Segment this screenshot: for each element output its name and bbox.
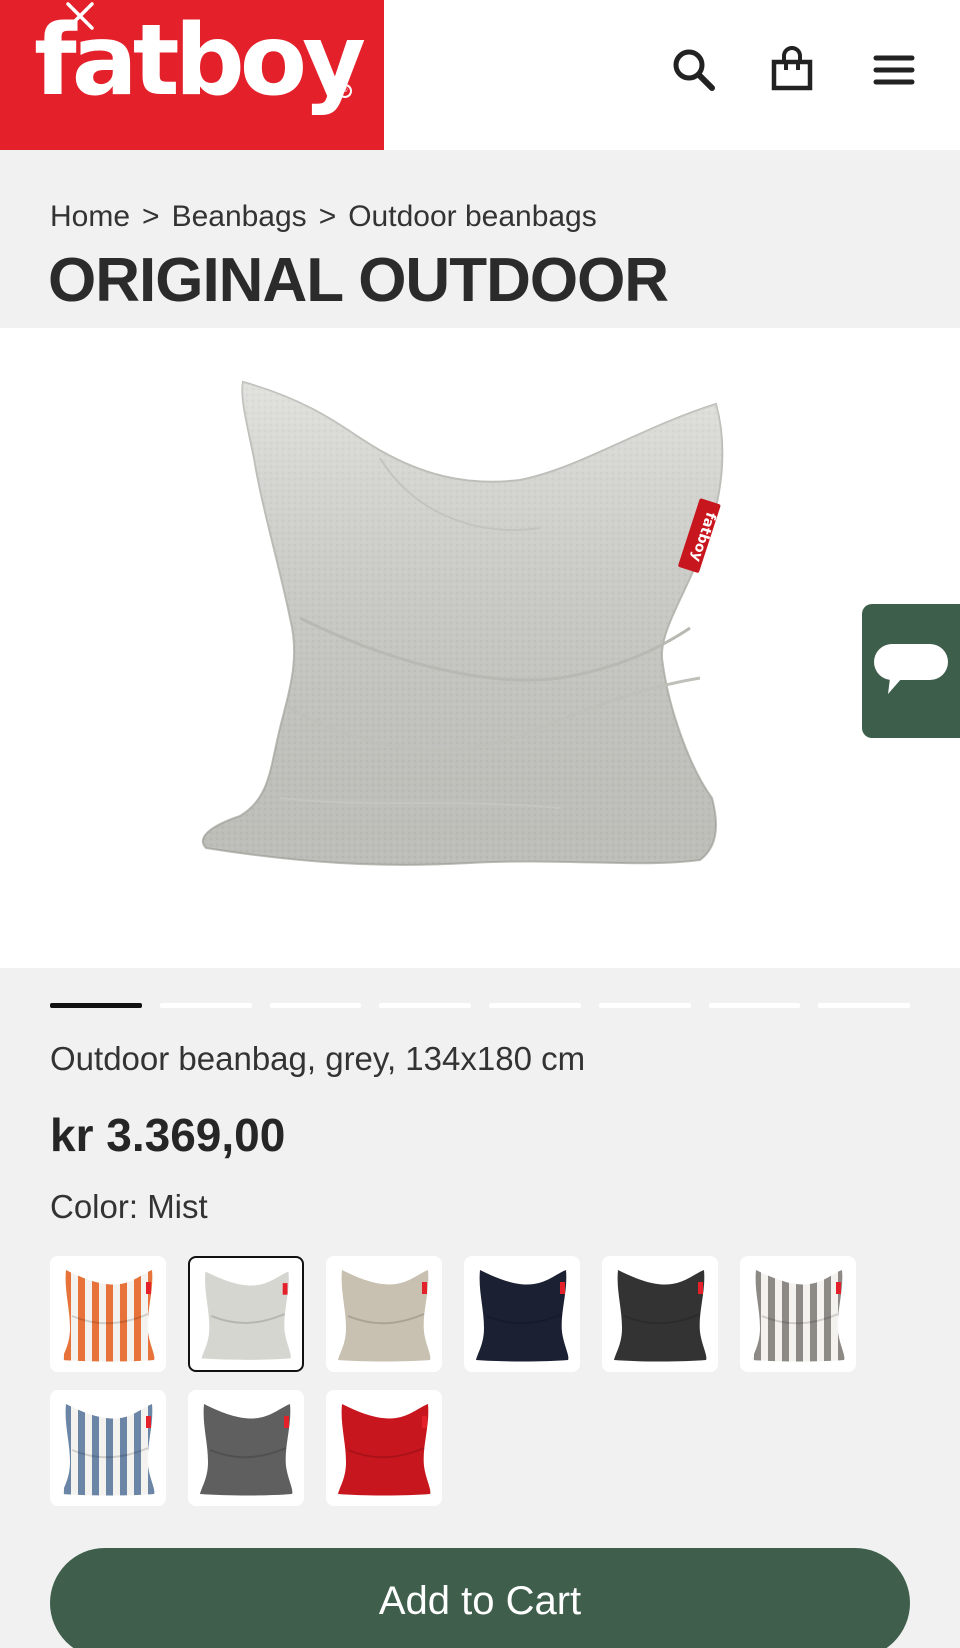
breadcrumb-beanbags[interactable]: Beanbags bbox=[172, 200, 307, 234]
color-swatch-navy[interactable] bbox=[464, 1256, 580, 1372]
product-price: kr 3.369,00 bbox=[50, 1109, 286, 1161]
color-swatch-mist[interactable] bbox=[188, 1256, 304, 1372]
gallery-indicator[interactable] bbox=[50, 1003, 142, 1008]
swatch-thumbnail bbox=[62, 1270, 155, 1362]
swatch-thumbnail bbox=[338, 1404, 431, 1496]
swatch-thumbnail bbox=[476, 1270, 569, 1362]
gallery-indicator[interactable] bbox=[159, 1003, 252, 1008]
gallery-indicators bbox=[50, 1003, 910, 1009]
color-swatch-orange-stripe[interactable] bbox=[50, 1256, 166, 1372]
menu-icon[interactable] bbox=[868, 44, 920, 96]
gallery-indicator[interactable] bbox=[269, 1003, 362, 1008]
color-swatch-red[interactable] bbox=[326, 1390, 442, 1506]
add-to-cart-button[interactable]: Add to Cart bbox=[50, 1548, 910, 1648]
chat-button[interactable] bbox=[862, 604, 960, 738]
breadcrumb-separator: > bbox=[318, 200, 337, 233]
product-gallery[interactable]: fatboy bbox=[0, 328, 960, 968]
gallery-indicator[interactable] bbox=[818, 1003, 910, 1008]
swatch-thumbnail bbox=[614, 1270, 707, 1362]
color-label: Color: Mist bbox=[50, 1188, 208, 1225]
color-swatch-charcoal[interactable] bbox=[602, 1256, 718, 1372]
gallery-indicator[interactable] bbox=[598, 1003, 691, 1008]
breadcrumb-separator: > bbox=[142, 200, 160, 233]
color-swatch-grey-stripe[interactable] bbox=[740, 1256, 856, 1372]
color-swatch-blue-stripe[interactable] bbox=[50, 1390, 166, 1506]
swatch-thumbnail bbox=[338, 1270, 431, 1362]
site-header: fatboy ® bbox=[0, 0, 960, 150]
swatch-thumbnail bbox=[200, 1404, 293, 1496]
chat-bubble-icon bbox=[874, 644, 948, 694]
swatch-thumbnail bbox=[201, 1271, 291, 1360]
registered-mark: ® bbox=[338, 84, 352, 98]
breadcrumb: Home > Beanbags > Outdoor beanbags bbox=[50, 200, 597, 234]
swatch-thumbnail bbox=[62, 1404, 155, 1496]
breadcrumb-outdoor-beanbags[interactable]: Outdoor beanbags bbox=[348, 200, 597, 234]
shopping-bag-icon[interactable] bbox=[766, 44, 818, 96]
color-swatch-sand[interactable] bbox=[326, 1256, 442, 1372]
gallery-indicator[interactable] bbox=[379, 1003, 471, 1008]
product-description: Outdoor beanbag, grey, 134x180 cm bbox=[50, 1040, 586, 1077]
search-icon[interactable] bbox=[668, 44, 720, 96]
close-icon[interactable] bbox=[60, 0, 100, 38]
gallery-indicator[interactable] bbox=[708, 1003, 801, 1008]
fatboy-logo[interactable]: fatboy ® bbox=[0, 0, 384, 150]
product-image[interactable]: fatboy bbox=[0, 328, 960, 968]
breadcrumb-home[interactable]: Home bbox=[50, 200, 130, 234]
color-swatch-grey[interactable] bbox=[188, 1390, 304, 1506]
gallery-indicator[interactable] bbox=[489, 1003, 581, 1008]
page-title: ORIGINAL OUTDOOR bbox=[48, 246, 669, 315]
swatch-thumbnail bbox=[752, 1270, 845, 1362]
